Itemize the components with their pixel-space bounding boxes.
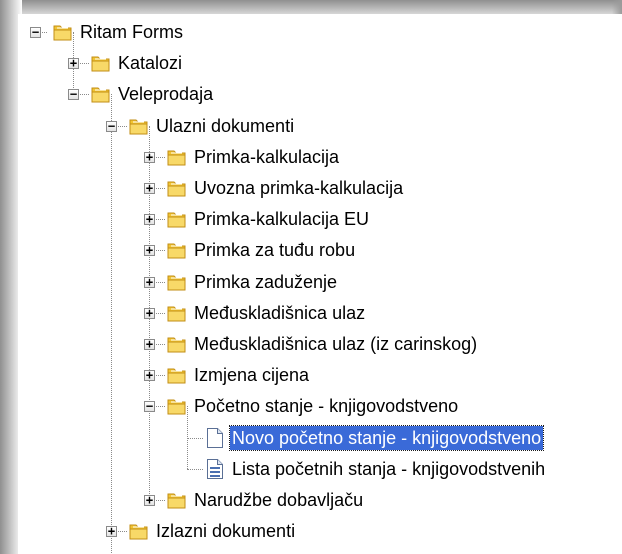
expand-toggle-icon[interactable]: + [144,151,155,163]
folder-icon [128,520,150,542]
tree-item-label[interactable]: Veleprodaja [116,82,215,106]
folder-icon [166,395,188,417]
tree-item-label[interactable]: Početno stanje - knjigovodstveno [192,394,460,418]
folder-icon [166,302,188,324]
folder-icon [166,271,188,293]
folder-icon [166,333,188,355]
folder-icon [128,115,150,137]
folder-icon [90,83,112,105]
expand-toggle-icon[interactable]: + [144,244,155,257]
tree-item-label[interactable]: Ritam Forms [78,20,185,44]
tree-item-label[interactable]: Međuskladišnica ulaz (iz carinskog) [192,332,479,356]
expand-toggle-icon[interactable]: + [144,369,155,382]
folder-icon [166,364,188,386]
expand-toggle-icon[interactable]: + [144,307,155,319]
tree-item-label[interactable]: Uvozna primka-kalkulacija [192,176,405,200]
tree-window: − Ritam Forms + Katalozi − Veleprodaja − Ulazni… [0,0,622,554]
collapse-toggle-icon[interactable]: − [30,26,41,38]
folder-icon [90,52,112,74]
expand-toggle-icon[interactable]: + [144,213,155,226]
expand-toggle-icon[interactable]: + [144,338,155,350]
blank-document-icon [206,427,224,449]
folder-icon [52,21,74,43]
collapse-toggle-icon[interactable]: − [144,400,155,413]
tree-item-label[interactable]: Novo početno stanje - knjigovodstveno [228,424,545,451]
tree-item-label[interactable]: Lista početnih stanja - knjigovodstvenih [230,457,547,481]
tree-item-label[interactable]: Primka-kalkulacija EU [192,207,371,231]
folder-icon [166,208,188,230]
expand-toggle-icon[interactable]: + [106,525,117,538]
list-document-icon [206,458,224,480]
tree-item-label[interactable]: Primka-kalkulacija [192,145,341,169]
tree-item-label[interactable]: Primka zaduženje [192,270,339,294]
folder-icon [166,239,188,261]
folder-icon [166,146,188,168]
tree-connector-horizontal [187,437,203,439]
tree-item-label[interactable]: Ulazni dokumenti [154,114,296,138]
collapse-toggle-icon[interactable]: − [106,120,117,132]
tree-connector-horizontal [187,468,203,470]
expand-toggle-icon[interactable]: + [68,57,79,70]
expand-toggle-icon[interactable]: + [144,494,155,506]
expand-toggle-icon[interactable]: + [144,182,155,194]
navigation-tree: − Ritam Forms + Katalozi − Veleprodaja − Ulazni… [18,14,622,554]
collapse-toggle-icon[interactable]: − [68,88,79,101]
tree-item-label[interactable]: Katalozi [116,51,184,75]
expand-toggle-icon[interactable]: + [144,276,155,288]
folder-icon [166,177,188,199]
tree-item-label[interactable]: Izlazni dokumenti [154,519,297,543]
folder-icon [166,489,188,511]
tree-connector-vertical [111,94,112,532]
tree-panel: − Ritam Forms + Katalozi − Veleprodaja − Ulazni… [18,14,622,554]
tree-item-label[interactable]: Međuskladišnica ulaz [192,301,367,325]
tree-item-label[interactable]: Izmjena cijena [192,363,311,387]
tree-item-label[interactable]: Narudžbe dobavljaču [192,488,365,512]
tree-item-label[interactable]: Primka za tuđu robu [192,238,357,262]
